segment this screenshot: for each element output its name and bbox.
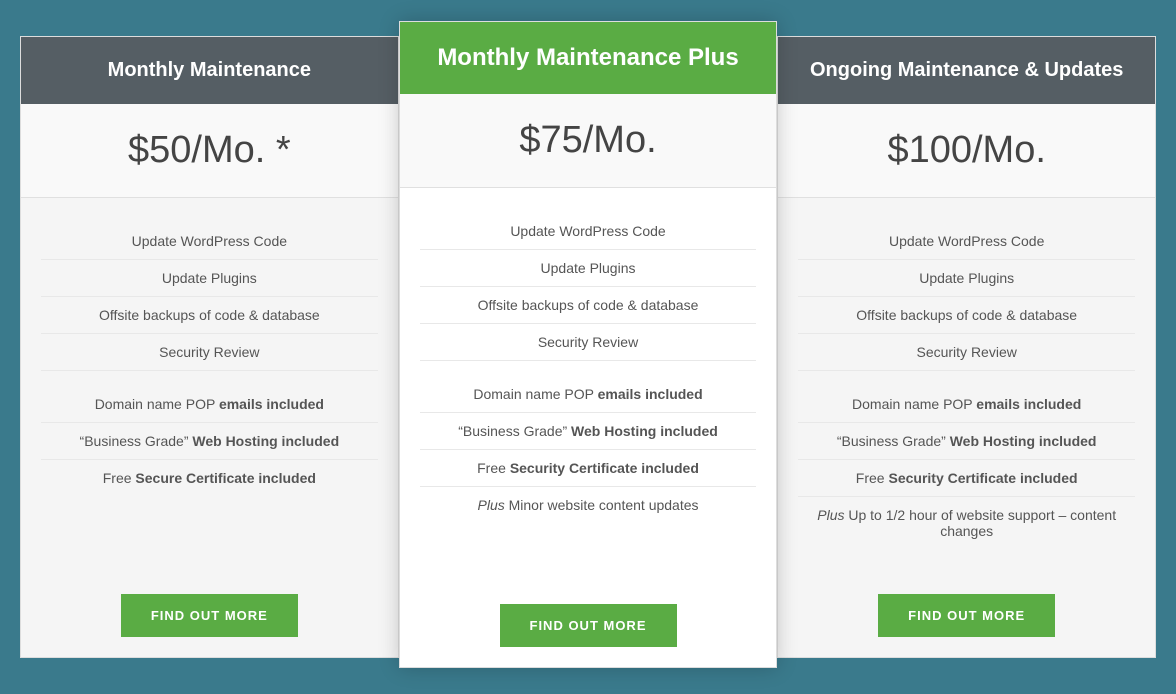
feature-basic-2: Offsite backups of code & database bbox=[798, 297, 1135, 334]
feature-basic-2: Offsite backups of code & database bbox=[420, 287, 757, 324]
feature-plus-monthly-maintenance-plus: Plus Minor website content updates bbox=[420, 487, 757, 523]
feature-extra-2: Free Security Certificate included bbox=[798, 460, 1135, 497]
pricing-table: Monthly Maintenance $50/Mo. * Update WordP… bbox=[20, 36, 1156, 658]
feature-extra-2: Free Security Certificate included bbox=[420, 450, 757, 487]
find-out-btn-monthly-maintenance[interactable]: FIND OUT MORE bbox=[121, 594, 298, 637]
col-header-ongoing-maintenance: Ongoing Maintenance & Updates bbox=[778, 37, 1155, 104]
btn-area-monthly-maintenance-plus: FIND OUT MORE bbox=[400, 584, 777, 667]
pricing-col-monthly-maintenance-plus: Monthly Maintenance Plus $75/Mo. Update Wo… bbox=[399, 21, 778, 668]
price-box-monthly-maintenance-plus: $75/Mo. bbox=[400, 94, 777, 188]
feature-extra-0: Domain name POP emails included bbox=[41, 386, 378, 423]
price-box-monthly-maintenance: $50/Mo. * bbox=[21, 104, 398, 198]
col-header-monthly-maintenance: Monthly Maintenance bbox=[21, 37, 398, 104]
btn-area-ongoing-maintenance: FIND OUT MORE bbox=[778, 574, 1155, 657]
feature-basic-3: Security Review bbox=[41, 334, 378, 371]
features-box-monthly-maintenance-plus: Update WordPress CodeUpdate PluginsOffsi… bbox=[400, 188, 777, 584]
features-box-monthly-maintenance: Update WordPress CodeUpdate PluginsOffsi… bbox=[21, 198, 398, 574]
feature-extra-1: “Business Grade” Web Hosting included bbox=[420, 413, 757, 450]
find-out-btn-ongoing-maintenance[interactable]: FIND OUT MORE bbox=[878, 594, 1055, 637]
feature-basic-3: Security Review bbox=[798, 334, 1135, 371]
price-monthly-maintenance-plus: $75/Mo. bbox=[420, 119, 757, 162]
feature-basic-0: Update WordPress Code bbox=[798, 223, 1135, 260]
feature-extra-2: Free Secure Certificate included bbox=[41, 460, 378, 496]
price-monthly-maintenance: $50/Mo. * bbox=[41, 129, 378, 172]
feature-basic-1: Update Plugins bbox=[420, 250, 757, 287]
price-ongoing-maintenance: $100/Mo. bbox=[798, 129, 1135, 172]
features-box-ongoing-maintenance: Update WordPress CodeUpdate PluginsOffsi… bbox=[778, 198, 1155, 574]
pricing-col-monthly-maintenance: Monthly Maintenance $50/Mo. * Update WordP… bbox=[20, 36, 399, 658]
feature-basic-0: Update WordPress Code bbox=[41, 223, 378, 260]
feature-basic-1: Update Plugins bbox=[798, 260, 1135, 297]
feature-plus-ongoing-maintenance: Plus Up to 1/2 hour of website support –… bbox=[798, 497, 1135, 549]
feature-extra-0: Domain name POP emails included bbox=[420, 376, 757, 413]
feature-extra-1: “Business Grade” Web Hosting included bbox=[41, 423, 378, 460]
find-out-btn-monthly-maintenance-plus[interactable]: FIND OUT MORE bbox=[500, 604, 677, 647]
feature-extra-0: Domain name POP emails included bbox=[798, 386, 1135, 423]
feature-extra-1: “Business Grade” Web Hosting included bbox=[798, 423, 1135, 460]
feature-basic-1: Update Plugins bbox=[41, 260, 378, 297]
feature-basic-3: Security Review bbox=[420, 324, 757, 361]
btn-area-monthly-maintenance: FIND OUT MORE bbox=[21, 574, 398, 657]
feature-basic-2: Offsite backups of code & database bbox=[41, 297, 378, 334]
feature-basic-0: Update WordPress Code bbox=[420, 213, 757, 250]
pricing-col-ongoing-maintenance: Ongoing Maintenance & Updates $100/Mo. Upd… bbox=[777, 36, 1156, 658]
col-header-monthly-maintenance-plus: Monthly Maintenance Plus bbox=[400, 22, 777, 94]
price-box-ongoing-maintenance: $100/Mo. bbox=[778, 104, 1155, 198]
